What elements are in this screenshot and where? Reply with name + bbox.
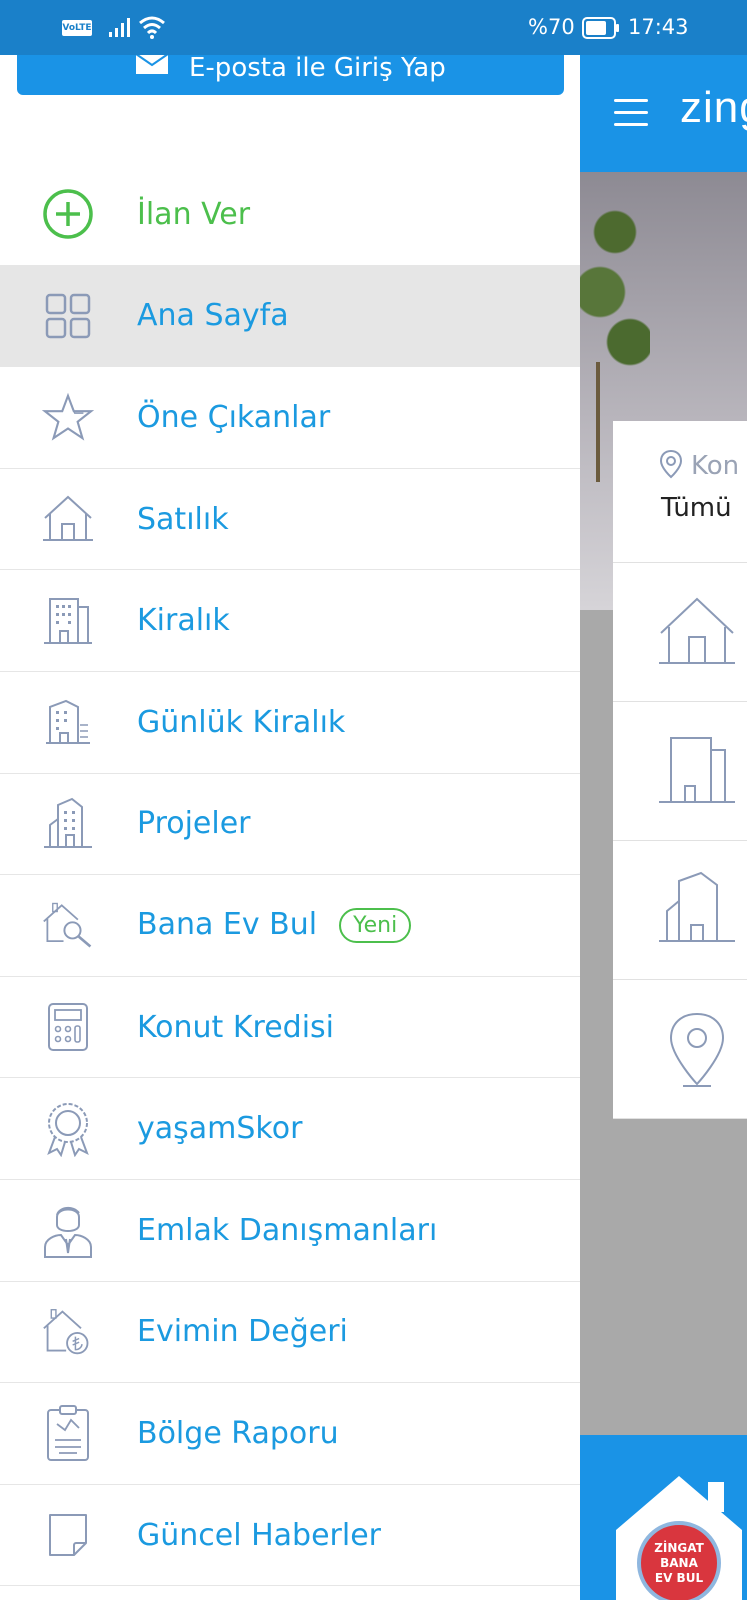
menu-item-label: Günlük Kiralık [137,704,346,740]
menu-item-label: Bana Ev Bul [137,907,318,943]
award-icon [42,1102,94,1157]
badge-line-2: BANA [660,1556,698,1570]
hamburger-icon[interactable] [614,99,648,135]
menu-item-bolge-raporu[interactable]: Bölge Raporu [0,1383,580,1485]
menu-item-label: Satılık [137,501,229,537]
grid-icon [42,290,94,342]
navigation-drawer: E-posta ile Giriş Yap İlan Ver Ana Sayfa… [0,53,580,1600]
bana-ev-bul-badge[interactable]: ZİNGAT BANA EV BUL [612,1470,747,1600]
house-icon [659,597,735,664]
drawer-menu: İlan Ver Ana Sayfa Öne Çıkanlar Satılık [0,164,580,1587]
new-badge: Yeni [339,908,412,944]
mail-icon [135,53,169,74]
menu-item-projeler[interactable]: Projeler [0,774,580,876]
menu-item-one-cikanlar[interactable]: Öne Çıkanlar [0,367,580,469]
clock: 17:43 [628,15,689,39]
signal-icon [109,18,130,37]
badge-line-3: EV BUL [655,1571,704,1585]
menu-item-label: Emlak Danışmanları [137,1212,438,1248]
menu-item-bana-ev-bul[interactable]: Bana Ev Bul Yeni [0,875,580,977]
menu-item-ilan-ver[interactable]: İlan Ver [0,164,580,266]
menu-item-label: Bölge Raporu [137,1415,339,1451]
menu-item-label: Kiralık [137,603,230,639]
menu-item-satilik[interactable]: Satılık [0,469,580,571]
category-for-sale[interactable] [613,563,747,702]
status-bar: VoLTE %70 17:43 [0,0,747,55]
report-icon [42,1405,94,1462]
menu-item-label: Güncel Haberler [137,1517,381,1553]
tower-icon [42,797,94,850]
category-projects[interactable] [613,841,747,980]
calculator-icon [42,1001,94,1053]
menu-item-kiralik[interactable]: Kiralık [0,570,580,672]
category-for-rent[interactable] [613,702,747,841]
location-value: Tümü [661,493,732,523]
wifi-icon [139,16,165,39]
location-label: Kon [691,451,740,481]
app-logo: zing [680,83,747,132]
menu-item-yasamskor[interactable]: yaşamSkor [0,1078,580,1180]
menu-item-ana-sayfa[interactable]: Ana Sayfa [0,265,580,368]
menu-item-konut-kredisi[interactable]: Konut Kredisi [0,977,580,1079]
battery-percent: %70 [528,15,575,39]
menu-item-evimin-degeri[interactable]: Evimin Değeri [0,1282,580,1384]
category-map[interactable] [613,980,747,1119]
house-search-icon [42,899,94,951]
email-login-button[interactable]: E-posta ile Giriş Yap [17,53,564,95]
building-icon [42,595,94,647]
location-pin-icon [669,1012,725,1087]
volte-indicator: VoLTE [62,20,92,36]
menu-item-label: Evimin Değeri [137,1314,348,1350]
battery-icon [582,17,619,39]
menu-item-label: Projeler [137,806,251,842]
location-selector[interactable]: Kon Tümü [613,421,747,563]
menu-item-label: İlan Ver [137,196,251,232]
menu-item-label: Konut Kredisi [137,1009,335,1045]
news-icon [42,1509,94,1561]
building-icon [659,737,735,803]
plus-circle-icon [42,188,94,240]
email-login-label: E-posta ile Giriş Yap [189,53,446,83]
menu-item-gunluk-kiralik[interactable]: Günlük Kiralık [0,672,580,774]
menu-item-label: Öne Çıkanlar [137,399,331,435]
daily-building-icon [42,696,94,748]
menu-item-guncel-haberler[interactable]: Güncel Haberler [0,1485,580,1587]
star-icon [42,391,94,443]
house-icon [42,493,94,545]
house-lira-icon [42,1306,94,1358]
menu-item-label: Ana Sayfa [137,298,289,334]
menu-item-emlak-danismanlari[interactable]: Emlak Danışmanları [0,1180,580,1282]
agent-icon [42,1204,94,1259]
tower-icon [659,871,735,942]
search-card: Kon Tümü [613,421,747,1119]
menu-item-label: yaşamSkor [137,1111,303,1147]
badge-line-1: ZİNGAT [654,1540,704,1555]
